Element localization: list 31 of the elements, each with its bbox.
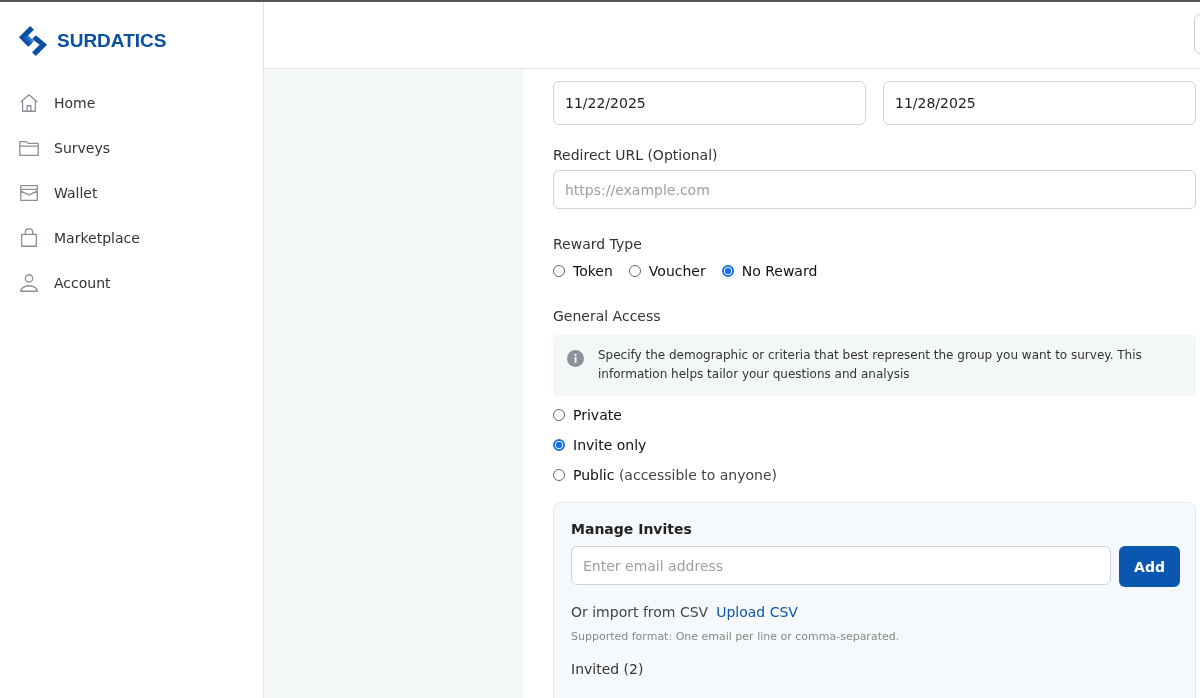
radio-option[interactable]: Token	[553, 261, 613, 281]
date-field[interactable]: 11/22/2025	[553, 81, 866, 125]
card-title: Manage Invites	[571, 521, 693, 537]
url-field[interactable]: https://example.com	[553, 170, 1196, 209]
nav-item[interactable]: Marketplace	[0, 222, 263, 253]
nav-item[interactable]: Home	[0, 87, 263, 118]
radio-option[interactable]: Private	[553, 405, 1196, 425]
add-button[interactable]: Add	[1119, 546, 1180, 587]
invited-count: Invited (2)	[571, 661, 645, 677]
radio-option[interactable]: Invite only	[553, 435, 1196, 455]
nav-item[interactable]: Account	[0, 267, 263, 298]
logo-icon	[17, 25, 49, 57]
field-label: Reward Type	[553, 236, 643, 252]
hint-text: Supported format: One email per line or comma-separated.	[571, 630, 901, 643]
email-field[interactable]: Enter email address	[571, 546, 1111, 585]
bag-icon	[18, 226, 40, 249]
user-icon	[18, 271, 40, 294]
info-text: Specify the demographic or criteria that best represent the group you want to survey. This information helps tailor your questions and analysis	[598, 347, 1143, 383]
nav-item[interactable]: Wallet	[0, 177, 263, 208]
nav-item[interactable]: Surveys	[0, 132, 263, 163]
upload-csv-link[interactable]: Upload CSV	[716, 604, 798, 620]
home-icon	[18, 91, 40, 114]
radio-option[interactable]: No Reward	[721, 261, 818, 281]
csv-text: Or import from CSV	[571, 604, 709, 620]
date-field[interactable]: 11/28/2025	[883, 81, 1196, 125]
radio-option[interactable]: Public (accessible to anyone)	[553, 465, 1196, 485]
brand-name: SURDATICS	[57, 30, 167, 52]
field-label: Redirect URL (Optional)	[553, 147, 719, 163]
radio-option[interactable]: Voucher	[628, 261, 706, 281]
field-label: General Access	[553, 308, 662, 324]
info-icon	[567, 350, 584, 367]
